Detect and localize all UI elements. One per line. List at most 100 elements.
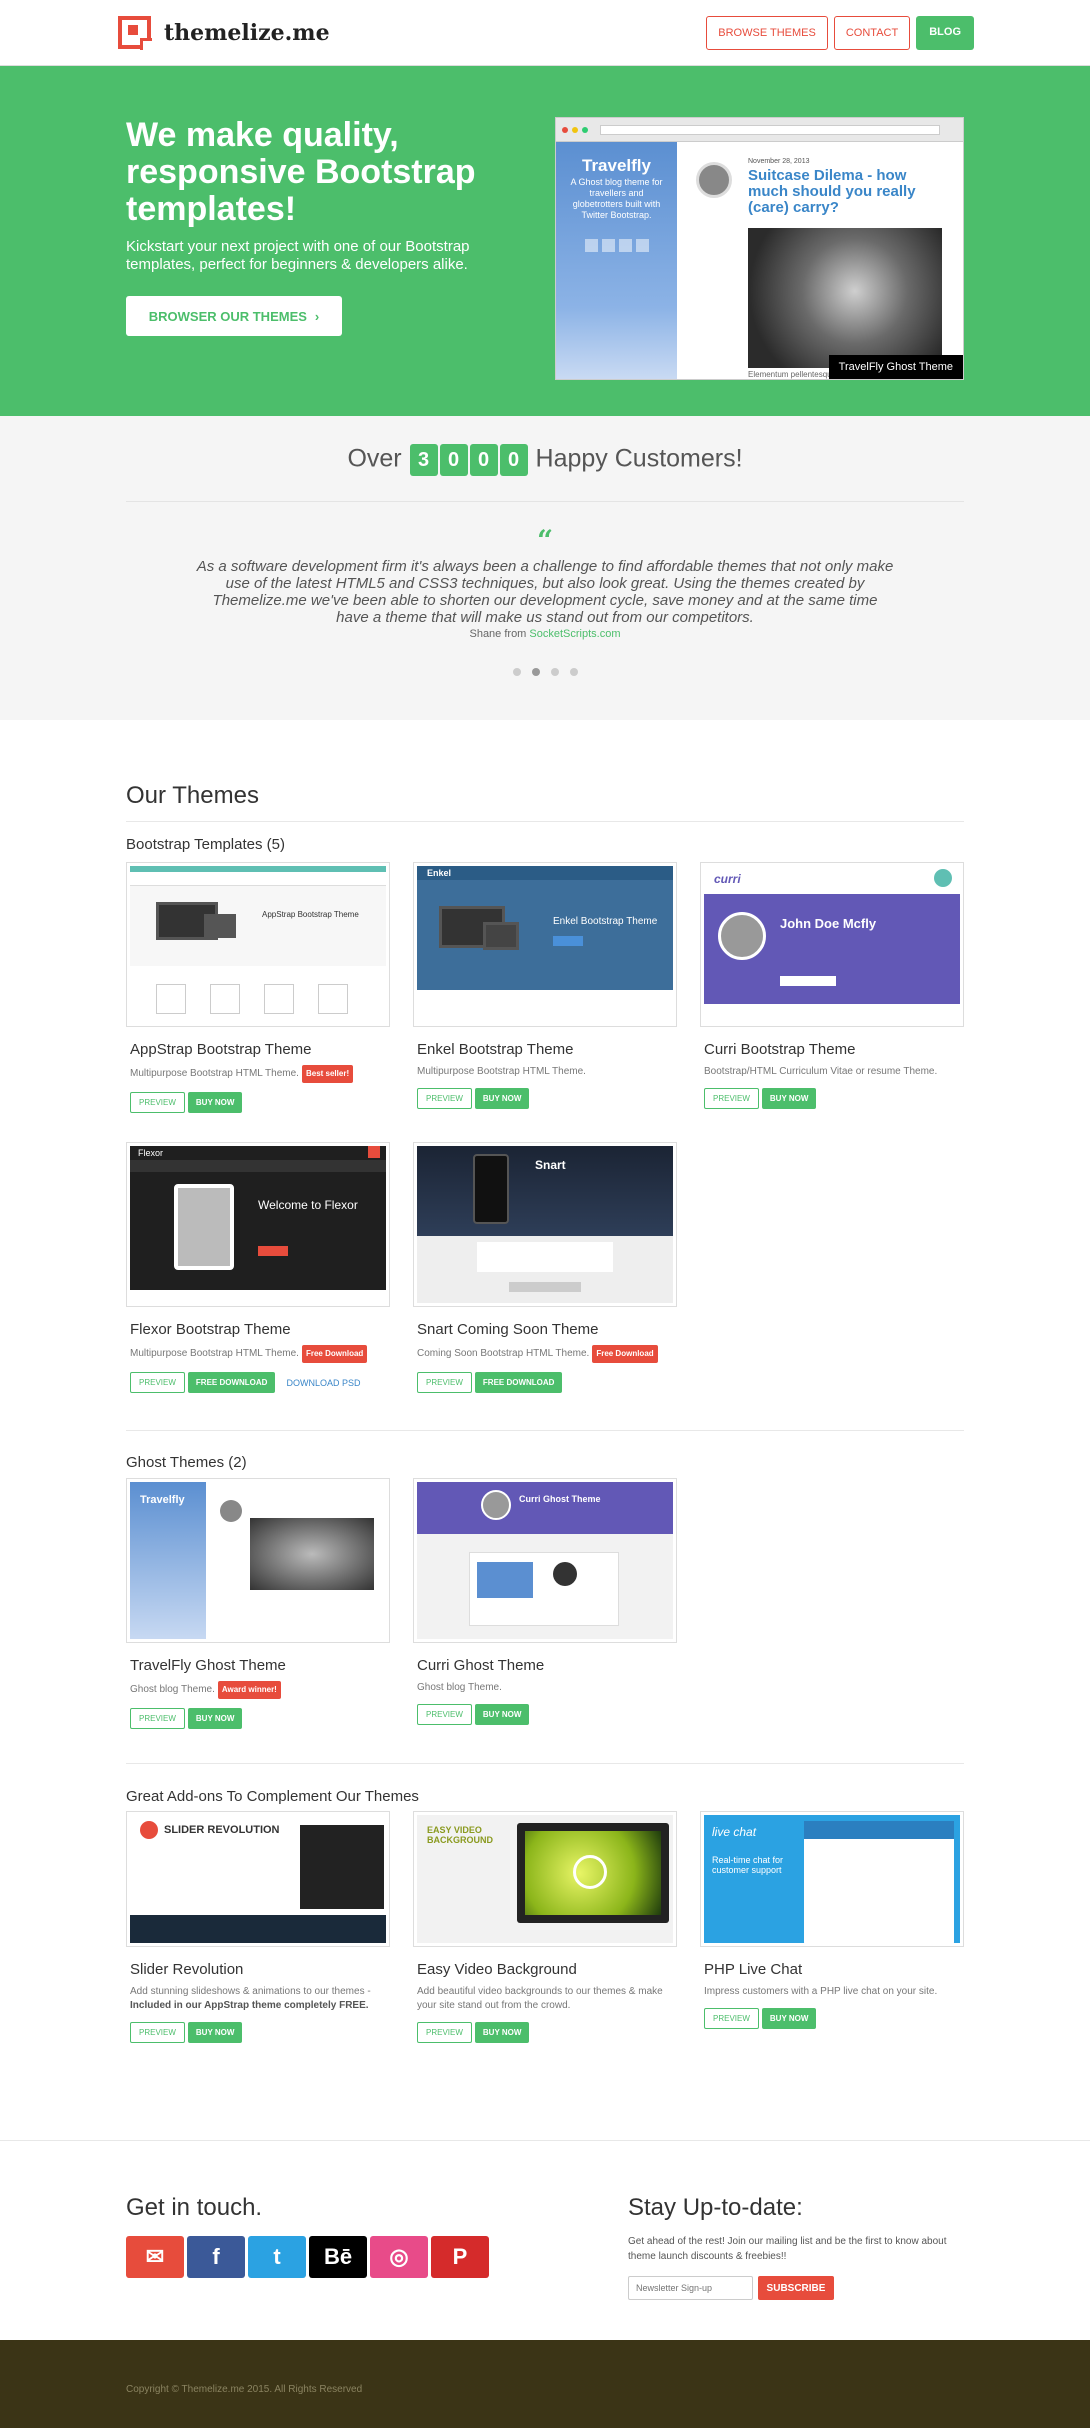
- buy-now-button[interactable]: BUY NOW: [474, 1088, 530, 1109]
- addon-thumbnail[interactable]: SLIDER REVOLUTION: [126, 1811, 390, 1947]
- post-title: Suitcase Dilema - how much should you re…: [748, 167, 916, 216]
- buy-now-button[interactable]: BUY NOW: [761, 2008, 817, 2029]
- addon-name[interactable]: PHP Live Chat: [704, 1961, 964, 1978]
- thumb-title: Enkel Bootstrap Theme: [553, 916, 658, 927]
- preview-button[interactable]: PREVIEW: [130, 1092, 185, 1113]
- brand-name: themelize.me: [164, 19, 330, 46]
- thumb-title: AppStrap Bootstrap Theme: [262, 910, 359, 919]
- preview-button[interactable]: PREVIEW: [417, 2022, 472, 2043]
- subscribe-button[interactable]: SUBSCRIBE: [758, 2276, 834, 2300]
- facebook-button[interactable]: f: [187, 2236, 245, 2278]
- theme-thumbnail[interactable]: Snart: [413, 1142, 677, 1307]
- blog-button[interactable]: BLOG: [916, 16, 974, 50]
- preview-button[interactable]: PREVIEW: [704, 1088, 759, 1109]
- preview-button[interactable]: PREVIEW: [417, 1088, 472, 1109]
- post-photo: [748, 228, 942, 368]
- carousel-dot[interactable]: [512, 668, 521, 676]
- buy-now-button[interactable]: BUY NOW: [761, 1088, 817, 1109]
- browse-themes-button[interactable]: BROWSE THEMES: [706, 16, 828, 50]
- testimonial-quote: As a software development firm it's alwa…: [196, 558, 894, 626]
- thumb-title: Welcome to Flexor: [258, 1198, 358, 1212]
- divider: [126, 821, 964, 822]
- preview-button[interactable]: PREVIEW: [417, 1372, 472, 1393]
- theme-card-enkel: Enkel Enkel Bootstrap Theme Enkel Bootst…: [413, 862, 677, 1109]
- testimonial-link[interactable]: SocketScripts.com: [529, 628, 620, 640]
- dribbble-button[interactable]: ◎: [370, 2236, 428, 2278]
- preview-button[interactable]: PREVIEW: [417, 1704, 472, 1725]
- buy-now-button[interactable]: BUY NOW: [187, 1708, 243, 1729]
- carousel-dot[interactable]: [569, 668, 578, 676]
- preview-button[interactable]: PREVIEW: [130, 1708, 185, 1729]
- theme-card-flexor: Flexor Welcome to Flexor Flexor Bootstra…: [126, 1142, 390, 1393]
- theme-name[interactable]: Snart Coming Soon Theme: [417, 1321, 677, 1338]
- hero-subtitle: Kickstart your next project with one of …: [126, 238, 470, 273]
- theme-thumbnail[interactable]: Enkel Enkel Bootstrap Theme: [413, 862, 677, 1027]
- counter-digit: 0: [439, 444, 468, 476]
- thumb-title: EASY VIDEO BACKGROUND: [427, 1825, 493, 1845]
- pinterest-button[interactable]: P: [431, 2236, 489, 2278]
- theme-name[interactable]: Flexor Bootstrap Theme: [130, 1321, 390, 1338]
- themes-section: Our Themes Bootstrap Templates (5) AppSt…: [0, 720, 1090, 2140]
- behance-button[interactable]: Bē: [309, 2236, 367, 2278]
- free-download-button[interactable]: FREE DOWNLOAD: [474, 1372, 563, 1393]
- theme-thumbnail[interactable]: Curri Ghost Theme: [413, 1478, 677, 1643]
- addon-card-php-live-chat: live chat Real-time chat for customer su…: [700, 1811, 964, 2029]
- buy-now-button[interactable]: BUY NOW: [474, 2022, 530, 2043]
- customer-counter: Over 3000 Happy Customers!: [0, 444, 1090, 476]
- browser-address-bar: [600, 124, 940, 135]
- thumb-logo: Flexor: [138, 1148, 164, 1158]
- testimonial-source: Shane from SocketScripts.com: [0, 628, 1090, 640]
- twitter-button[interactable]: t: [248, 2236, 306, 2278]
- counter-prefix: Over: [347, 444, 402, 473]
- counter-suffix: Happy Customers!: [535, 444, 743, 473]
- theme-description: Multipurpose Bootstrap HTML Theme.: [417, 1066, 586, 1077]
- download-psd-link[interactable]: DOWNLOAD PSD: [286, 1378, 360, 1388]
- buy-now-button[interactable]: BUY NOW: [187, 2022, 243, 2043]
- theme-card-appstrap: AppStrap Bootstrap Theme AppStrap Bootst…: [126, 862, 390, 1113]
- newsletter-email-input[interactable]: [628, 2276, 753, 2300]
- theme-name[interactable]: TravelFly Ghost Theme: [130, 1657, 390, 1674]
- buy-now-button[interactable]: BUY NOW: [187, 1092, 243, 1113]
- preview-page: Travelfly A Ghost blog theme for travell…: [556, 142, 963, 379]
- brand-logo-link[interactable]: themelize.me: [118, 16, 330, 50]
- thumb-title: Real-time chat for customer support: [712, 1855, 784, 1875]
- theme-preview-browser: Travelfly A Ghost blog theme for travell…: [555, 117, 964, 380]
- theme-name[interactable]: AppStrap Bootstrap Theme: [130, 1041, 390, 1058]
- theme-description: Multipurpose Bootstrap HTML Theme. Free D…: [130, 1345, 390, 1363]
- theme-thumbnail[interactable]: Flexor Welcome to Flexor: [126, 1142, 390, 1307]
- theme-thumbnail[interactable]: AppStrap Bootstrap Theme: [126, 862, 390, 1027]
- free-download-button[interactable]: FREE DOWNLOAD: [187, 1372, 276, 1393]
- addon-name[interactable]: Slider Revolution: [130, 1961, 390, 1978]
- theme-thumbnail[interactable]: curri John Doe Mcfly: [700, 862, 964, 1027]
- preview-button[interactable]: PREVIEW: [130, 2022, 185, 2043]
- theme-description: Ghost blog Theme.: [417, 1682, 502, 1693]
- addon-thumbnail[interactable]: EASY VIDEO BACKGROUND: [413, 1811, 677, 1947]
- carousel-dot-active[interactable]: [531, 668, 540, 676]
- envelope-button[interactable]: ✉: [126, 2236, 184, 2278]
- quote-icon: “: [536, 524, 554, 557]
- bootstrap-category-title: Bootstrap Templates (5): [126, 836, 285, 853]
- theme-name[interactable]: Curri Ghost Theme: [417, 1657, 677, 1674]
- envelope-icon: ✉: [145, 2244, 165, 2269]
- newsletter-title: Stay Up-to-date:: [628, 2194, 803, 2221]
- award-winner-badge: Award winner!: [217, 1681, 281, 1699]
- addon-name[interactable]: Easy Video Background: [417, 1961, 677, 1978]
- theme-name[interactable]: Enkel Bootstrap Theme: [417, 1041, 677, 1058]
- addon-card-slider-revolution: SLIDER REVOLUTION Slider Revolution Add …: [126, 1811, 390, 2043]
- browse-our-themes-button[interactable]: BROWSER OUR THEMES ›: [126, 296, 342, 336]
- preview-button[interactable]: PREVIEW: [704, 2008, 759, 2029]
- addon-thumbnail[interactable]: live chat Real-time chat for customer su…: [700, 1811, 964, 1947]
- theme-name[interactable]: Curri Bootstrap Theme: [704, 1041, 964, 1058]
- carousel-dot[interactable]: [550, 668, 559, 676]
- theme-description: Bootstrap/HTML Curriculum Vitae or resum…: [704, 1066, 938, 1077]
- divider: [126, 501, 964, 502]
- free-download-badge: Free Download: [301, 1345, 368, 1363]
- ghost-category-title: Ghost Themes (2): [126, 1454, 247, 1471]
- contact-title: Get in touch.: [126, 2194, 263, 2221]
- free-download-badge: Free Download: [592, 1345, 658, 1363]
- preview-button[interactable]: PREVIEW: [130, 1372, 185, 1393]
- nav-buttons: BROWSE THEMES CONTACT BLOG: [706, 16, 974, 50]
- contact-button[interactable]: CONTACT: [833, 16, 911, 50]
- buy-now-button[interactable]: BUY NOW: [474, 1704, 530, 1725]
- theme-thumbnail[interactable]: Travelfly: [126, 1478, 390, 1643]
